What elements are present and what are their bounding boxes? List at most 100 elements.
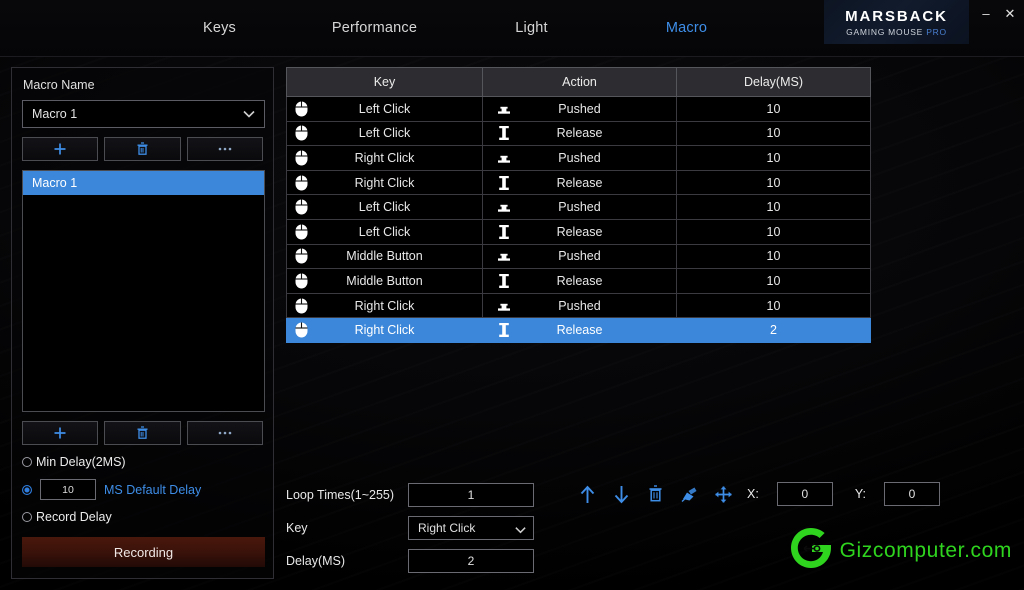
key-pushed-icon [497,248,511,264]
cell-delay[interactable]: 10 [676,268,871,294]
cell-action[interactable]: Pushed [482,292,677,319]
macro-actions-top [22,137,263,161]
table-row[interactable]: Middle Button Release 10 [286,268,871,294]
table-body: Left Click Pushed 10 Left Click Release 10… [286,96,871,343]
cell-action[interactable]: Pushed [482,243,677,270]
tab-keys[interactable]: Keys [142,0,297,57]
tab-light[interactable]: Light [454,0,609,57]
cell-key[interactable]: Middle Button [286,243,483,270]
loop-times-input[interactable]: 1 [408,482,534,507]
cell-action[interactable]: Release [482,317,677,343]
macro-actions-bottom [22,421,263,445]
radio-record-delay-indicator [22,512,32,522]
cell-key[interactable]: Left Click [286,218,483,245]
cell-delay[interactable]: 10 [676,243,871,270]
add-step-button[interactable] [22,421,99,445]
add-macro-button[interactable] [22,137,99,161]
cell-action[interactable]: Release [482,218,677,245]
table-row[interactable]: Left Click Release 10 [286,120,871,147]
radio-min-delay-indicator [22,457,32,467]
macro-name-select[interactable]: Macro 1 [22,100,265,128]
recording-button[interactable]: Recording [22,537,265,567]
tab-macro[interactable]: Macro [609,0,764,57]
tab-performance[interactable]: Performance [297,0,452,57]
cell-key[interactable]: Right Click [286,317,483,343]
radio-default-delay[interactable]: 10 MS Default Delay [22,479,263,500]
arrow-down-icon[interactable] [611,484,631,504]
more-macro-options-button[interactable] [186,137,263,161]
key-pushed-icon [497,101,511,117]
cell-key[interactable]: Right Click [286,145,483,171]
key-select[interactable]: Right Click [408,515,534,540]
delay-row: Delay(MS) 2 [286,544,886,577]
cell-key[interactable]: Left Click [286,120,483,147]
cell-delay[interactable]: 10 [676,194,871,220]
x-coordinate-input[interactable]: 0 [776,482,833,506]
cell-action[interactable]: Release [482,120,677,147]
radio-default-delay-label: MS Default Delay [104,482,202,497]
cell-key[interactable]: Middle Button [286,268,483,294]
cell-action[interactable]: Release [482,268,677,294]
table-row[interactable]: Middle Button Pushed 10 [286,243,871,270]
macro-list[interactable]: Macro 1 [22,170,265,412]
delay-label: Delay(MS) [286,553,346,568]
trash-icon[interactable] [645,484,665,504]
default-delay-input[interactable]: 10 [40,479,96,500]
cell-delay[interactable]: 10 [676,169,871,196]
table-row[interactable]: Left Click Pushed 10 [286,96,871,122]
table-row[interactable]: Left Click Release 10 [286,218,871,245]
key-release-icon [497,273,511,289]
mouse-icon [294,175,308,191]
arrow-up-icon[interactable] [577,484,597,504]
cell-key[interactable]: Right Click [286,169,483,196]
table-row[interactable]: Right Click Pushed 10 [286,145,871,171]
y-coordinate-input[interactable]: 0 [883,482,940,506]
cell-key[interactable]: Left Click [286,96,483,122]
cell-action-text: Pushed [558,249,601,264]
cell-delay-text: 10 [766,126,781,141]
column-header-action: Action [482,67,677,97]
cell-delay-text: 10 [766,101,781,116]
cell-delay[interactable]: 10 [676,292,871,319]
more-step-options-button[interactable] [186,421,263,445]
table-header-row: Key Action Delay(MS) [286,67,871,97]
cell-key-text: Left Click [358,126,411,141]
delete-macro-button[interactable] [104,137,181,161]
radio-record-delay[interactable]: Record Delay [22,510,263,524]
cell-delay-text: 10 [766,200,781,215]
cell-action-text: Pushed [558,150,601,165]
cell-delay[interactable]: 2 [676,317,871,343]
table-row[interactable]: Right Click Release 2 [286,317,871,343]
delete-step-button[interactable] [104,421,181,445]
cell-delay[interactable]: 10 [676,218,871,245]
minimize-icon[interactable]: – [976,4,996,24]
table-row[interactable]: Left Click Pushed 10 [286,194,871,220]
move-icon[interactable] [713,484,733,504]
table-row[interactable]: Right Click Pushed 10 [286,292,871,319]
cell-action[interactable]: Pushed [482,194,677,220]
table-row[interactable]: Right Click Release 10 [286,169,871,196]
close-icon[interactable]: ✕ [1000,4,1020,24]
cell-key-text: Right Click [354,298,415,313]
mouse-icon [294,273,308,289]
cell-action[interactable]: Release [482,169,677,196]
list-item[interactable]: Macro 1 [23,171,264,195]
cell-key[interactable]: Right Click [286,292,483,319]
cell-action-text: Pushed [558,101,601,116]
mouse-icon [294,298,308,314]
delay-input[interactable]: 2 [408,548,534,573]
eraser-icon[interactable] [679,484,699,504]
cell-key[interactable]: Left Click [286,194,483,220]
cell-key-text: Middle Button [346,273,423,288]
radio-min-delay[interactable]: Min Delay(2MS) [22,455,263,469]
title-bar: Keys Performance Light Macro MARSBACK GA… [0,0,1024,57]
cell-action[interactable]: Pushed [482,96,677,122]
cell-delay[interactable]: 10 [676,145,871,171]
cell-delay[interactable]: 10 [676,96,871,122]
cell-delay[interactable]: 10 [676,120,871,147]
mouse-icon [294,101,308,117]
brand-tagline-text: GAMING MOUSE [846,26,924,37]
cell-action[interactable]: Pushed [482,145,677,171]
cell-action-text: Release [556,126,603,141]
cell-action-text: Release [556,224,603,239]
